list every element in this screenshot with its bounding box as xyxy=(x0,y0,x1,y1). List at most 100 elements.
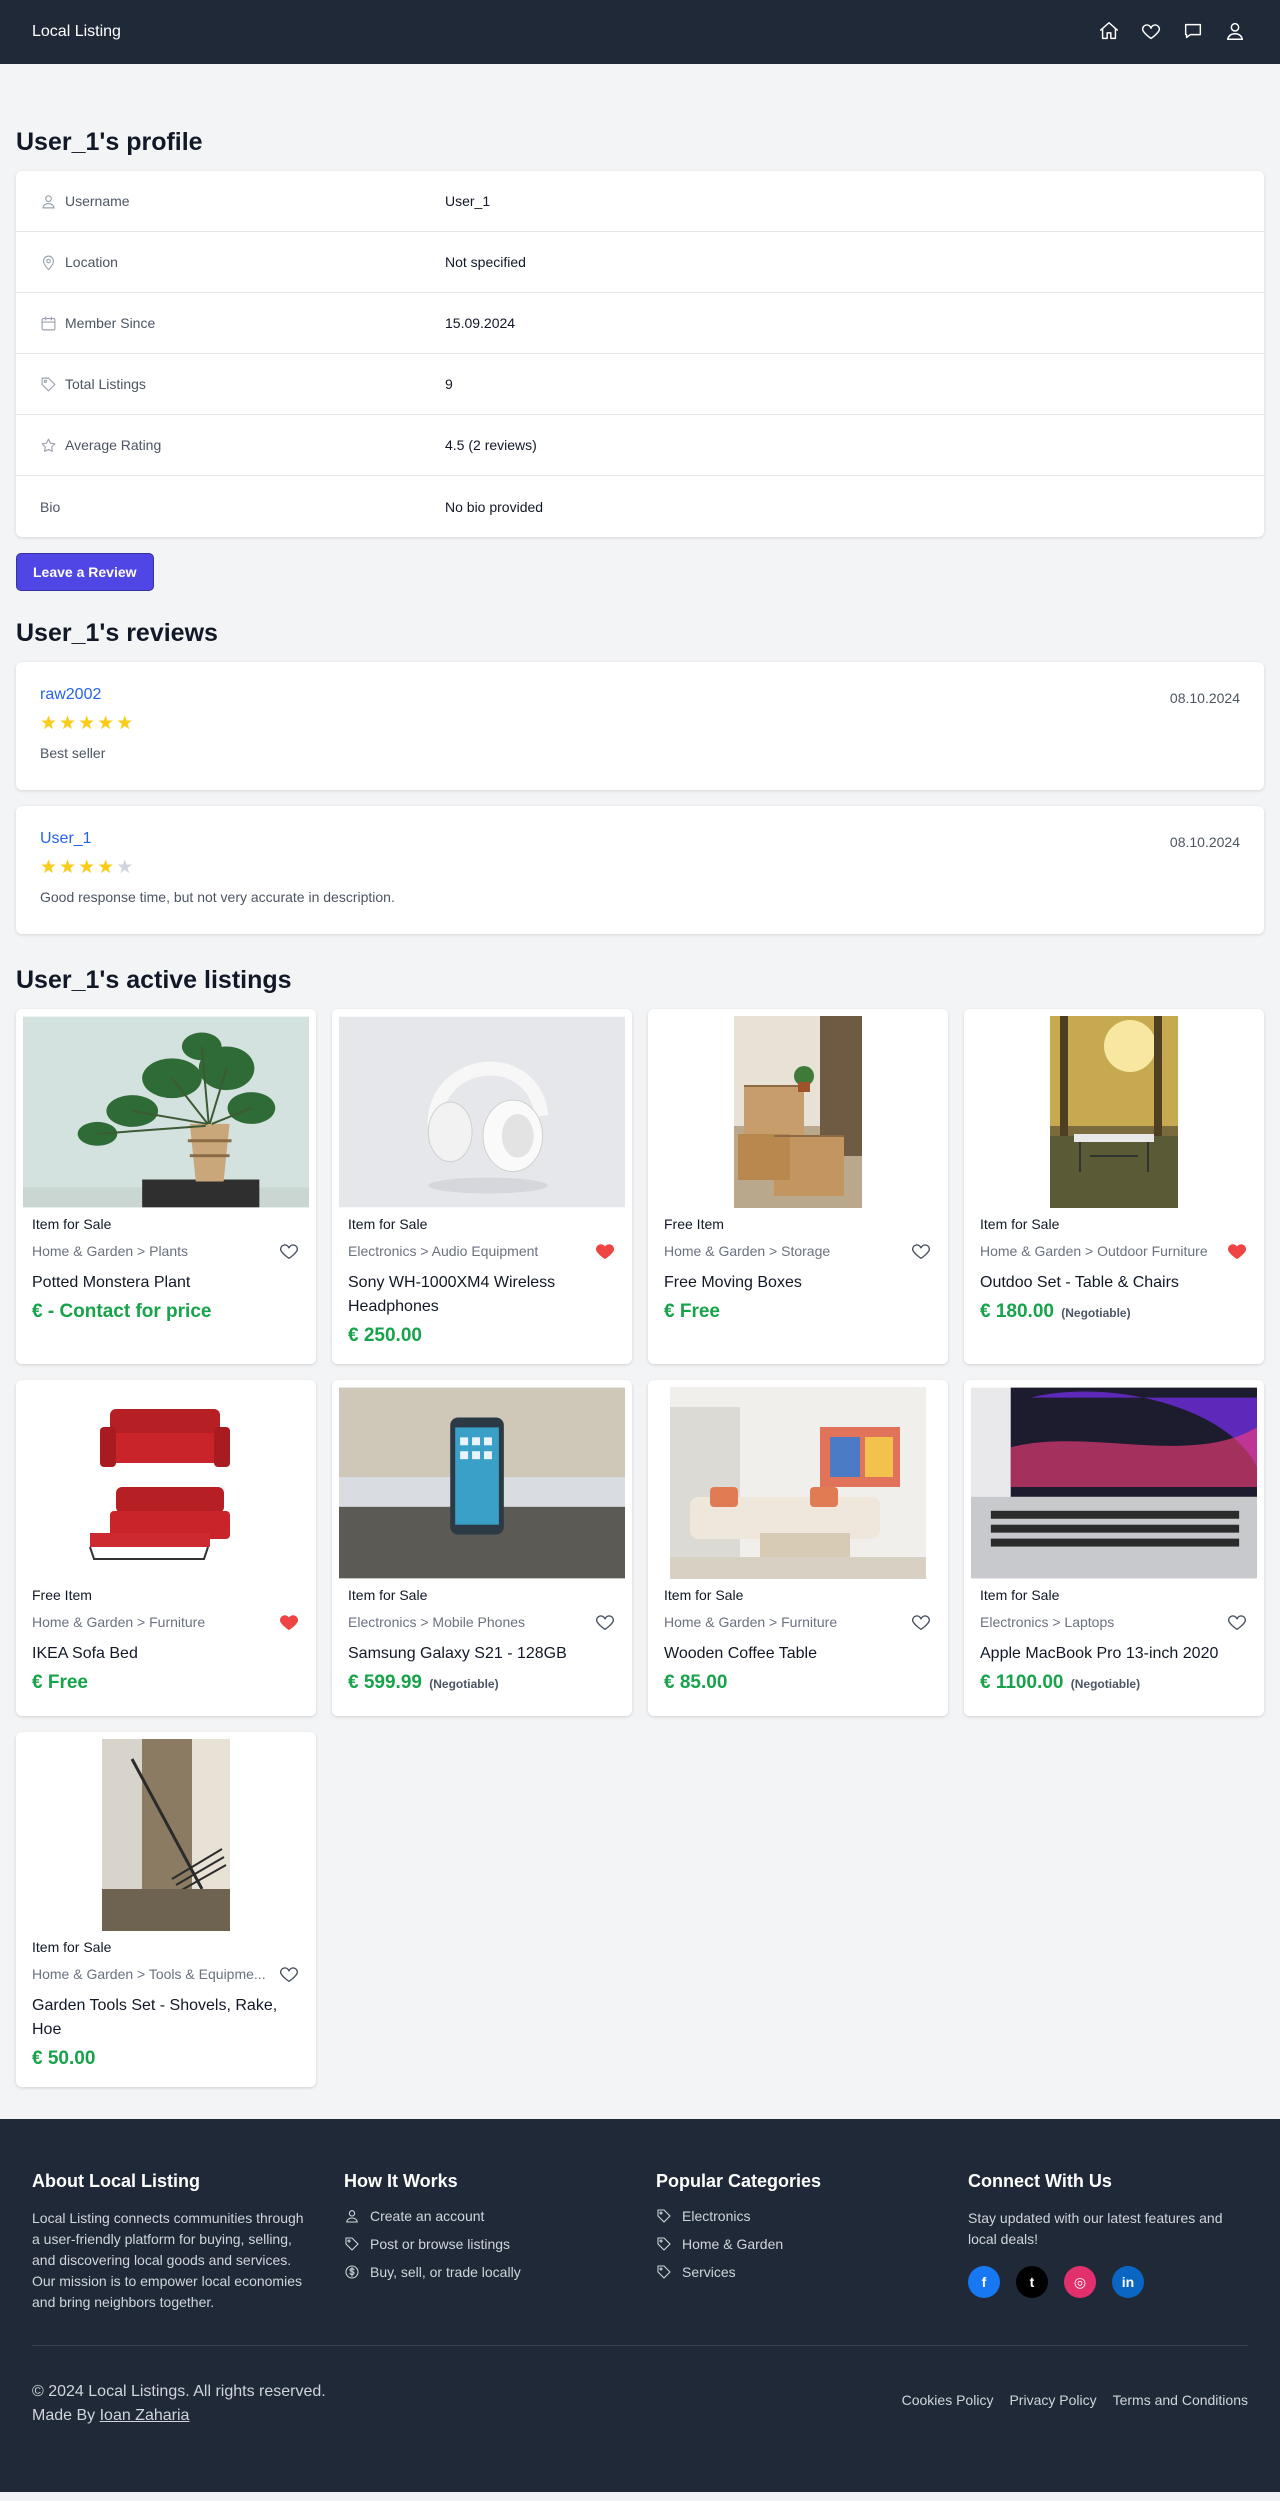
listing-category: Home & Garden > Outdoor Furniture xyxy=(980,1243,1208,1259)
listing-image[interactable] xyxy=(23,1387,309,1579)
footer-category-electronics[interactable]: Electronics xyxy=(656,2208,936,2224)
listing-title[interactable]: Samsung Galaxy S21 - 128GB xyxy=(348,1642,616,1666)
listing-card[interactable]: Item for Sale Home & Garden > Furniture … xyxy=(648,1380,948,1716)
listing-category: Electronics > Audio Equipment xyxy=(348,1243,539,1259)
listing-card[interactable]: Item for Sale Electronics > Audio Equipm… xyxy=(332,1009,632,1364)
heart-icon[interactable] xyxy=(1140,20,1164,44)
user-icon[interactable] xyxy=(1224,20,1248,44)
listing-type: Item for Sale xyxy=(980,1216,1060,1232)
rating-star-icon: ★ xyxy=(59,856,77,878)
home-icon[interactable] xyxy=(1098,20,1122,44)
tag-icon xyxy=(657,2265,671,2279)
facebook-icon[interactable]: f xyxy=(968,2266,1000,2298)
leave-review-button[interactable]: Leave a Review xyxy=(16,553,154,591)
heart-filled-icon[interactable] xyxy=(278,1611,300,1633)
listing-image[interactable] xyxy=(339,1387,625,1579)
author-link[interactable]: Ioan Zaharia xyxy=(100,2407,190,2424)
heart-icon[interactable] xyxy=(910,1611,932,1633)
twitter-icon[interactable]: t xyxy=(1016,2266,1048,2298)
footer-step-label: Buy, sell, or trade locally xyxy=(370,2264,521,2280)
rating-star-icon: ★ xyxy=(97,712,115,734)
listing-category: Electronics > Mobile Phones xyxy=(348,1614,526,1630)
listing-image[interactable] xyxy=(971,1387,1257,1579)
listing-card[interactable]: Free Item Home & Garden > Furniture IKEA… xyxy=(16,1380,316,1716)
footer-step-label: Create an account xyxy=(370,2208,485,2224)
heart-icon[interactable] xyxy=(278,1240,300,1262)
listing-title[interactable]: Sony WH-1000XM4 Wireless Headphones xyxy=(348,1271,616,1319)
listing-title[interactable]: Wooden Coffee Table xyxy=(664,1642,932,1666)
listing-image[interactable] xyxy=(23,1739,309,1931)
listing-title[interactable]: Potted Monstera Plant xyxy=(32,1271,300,1295)
heart-filled-icon[interactable] xyxy=(1226,1240,1248,1262)
heart-filled-icon[interactable] xyxy=(594,1240,616,1262)
negotiable-label: (Negotiable) xyxy=(1070,1677,1141,1691)
listing-image[interactable] xyxy=(655,1387,941,1579)
listing-title[interactable]: Free Moving Boxes xyxy=(664,1271,932,1295)
privacy-policy-link[interactable]: Privacy Policy xyxy=(1009,2392,1096,2408)
dollar-icon xyxy=(345,2265,359,2279)
listing-image[interactable] xyxy=(23,1016,309,1208)
listing-type: Item for Sale xyxy=(664,1587,744,1603)
listings-grid: Item for Sale Home & Garden > Plants Pot… xyxy=(16,1009,1264,2087)
listing-card[interactable]: Item for Sale Home & Garden > Plants Pot… xyxy=(16,1009,316,1364)
footer-category-label: Services xyxy=(682,2264,736,2280)
profile-card: Username User_1 Location Not specified M… xyxy=(16,171,1264,537)
listing-title[interactable]: Garden Tools Set - Shovels, Rake, Hoe xyxy=(32,1994,300,2042)
heart-icon[interactable] xyxy=(594,1611,616,1633)
smartphone-photo xyxy=(339,1387,625,1579)
chat-icon[interactable] xyxy=(1182,20,1206,44)
listing-card[interactable]: Item for Sale Home & Garden > Tools & Eq… xyxy=(16,1732,316,2087)
tag-icon xyxy=(657,2209,671,2223)
profile-row-username: Username User_1 xyxy=(16,171,1264,232)
brand-logo-link[interactable]: Local Listing xyxy=(32,23,121,41)
instagram-icon[interactable]: ◎ xyxy=(1064,2266,1096,2298)
listing-image[interactable] xyxy=(971,1016,1257,1208)
linkedin-icon[interactable]: in xyxy=(1112,2266,1144,2298)
listing-title[interactable]: IKEA Sofa Bed xyxy=(32,1642,300,1666)
footer-connect-text: Stay updated with our latest features an… xyxy=(968,2210,1223,2247)
user-icon xyxy=(346,2210,358,2223)
listing-price: € 85.00 xyxy=(664,1672,728,1693)
profile-value: User_1 xyxy=(445,193,491,209)
footer-connect: Connect With Us Stay updated with our la… xyxy=(968,2171,1248,2313)
listing-card[interactable]: Free Item Home & Garden > Storage Free M… xyxy=(648,1009,948,1364)
star-icon xyxy=(41,438,56,452)
listing-category: Home & Garden > Furniture xyxy=(664,1614,838,1630)
user-icon xyxy=(42,194,55,208)
listing-card[interactable]: Item for Sale Electronics > Mobile Phone… xyxy=(332,1380,632,1716)
cookies-policy-link[interactable]: Cookies Policy xyxy=(902,2392,994,2408)
nav-icons xyxy=(1098,20,1248,44)
rating-star-icon: ★ xyxy=(78,712,96,734)
profile-row-average-rating: Average Rating 4.5 (2 reviews) xyxy=(16,415,1264,476)
footer-category-services[interactable]: Services xyxy=(656,2264,936,2280)
listing-image[interactable] xyxy=(339,1016,625,1208)
profile-row-bio: Bio No bio provided xyxy=(16,476,1264,537)
profile-label: Location xyxy=(65,254,118,270)
listing-card[interactable]: Item for Sale Electronics > Laptops Appl… xyxy=(964,1380,1264,1716)
rating-star-icon: ★ xyxy=(116,856,134,878)
terms-link[interactable]: Terms and Conditions xyxy=(1113,2392,1248,2408)
profile-label: Total Listings xyxy=(65,376,146,392)
heart-icon[interactable] xyxy=(910,1240,932,1262)
profile-label: Member Since xyxy=(65,315,156,331)
listing-image[interactable] xyxy=(655,1016,941,1208)
listing-type: Free Item xyxy=(664,1216,724,1232)
rating-star-icon: ★ xyxy=(97,856,115,878)
review-author-link[interactable]: raw2002 xyxy=(40,686,101,703)
listing-title[interactable]: Apple MacBook Pro 13-inch 2020 xyxy=(980,1642,1248,1666)
listing-type: Item for Sale xyxy=(980,1587,1060,1603)
outdoor-table-photo xyxy=(1050,1016,1178,1208)
heart-icon[interactable] xyxy=(1226,1611,1248,1633)
review-card: User_1 08.10.2024 ★ ★ ★ ★ ★ Good response ti… xyxy=(16,806,1264,934)
rating-star-icon: ★ xyxy=(59,712,77,734)
review-stars: ★ ★ ★ ★ ★ xyxy=(40,858,1240,877)
listing-card[interactable]: Item for Sale Home & Garden > Outdoor Fu… xyxy=(964,1009,1264,1364)
footer-category-home-garden[interactable]: Home & Garden xyxy=(656,2236,936,2252)
profile-label: Username xyxy=(65,193,130,209)
review-author-link[interactable]: User_1 xyxy=(40,830,92,847)
heart-icon[interactable] xyxy=(278,1963,300,1985)
listing-category: Home & Garden > Plants xyxy=(32,1243,189,1259)
footer-links: Cookies Policy Privacy Policy Terms and … xyxy=(902,2392,1248,2408)
listing-title[interactable]: Outdoo Set - Table & Chairs xyxy=(980,1271,1248,1295)
living-room-photo xyxy=(670,1387,926,1579)
